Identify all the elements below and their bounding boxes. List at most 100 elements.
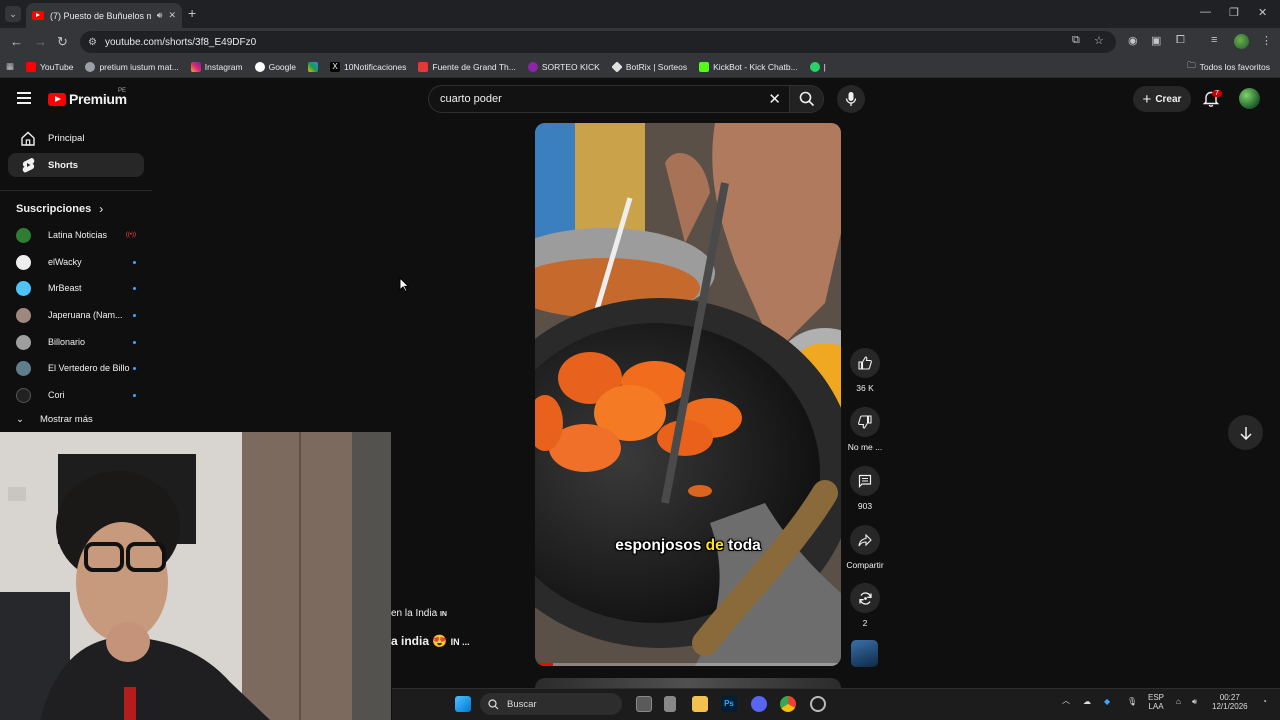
apps-grid-icon[interactable]: ▦: [0, 61, 20, 72]
restore-icon[interactable]: ❐: [1229, 6, 1239, 19]
chrome-icon[interactable]: [780, 696, 796, 712]
channel-avatar: [16, 307, 31, 323]
new-tab-button[interactable]: +: [188, 5, 196, 21]
bookmark-item[interactable]: SORTEO KICK: [522, 61, 606, 72]
bookmark-label: Google: [268, 61, 297, 72]
address-bar[interactable]: ⚙︎ youtube.com/shorts/3f8_E49DFz0: [80, 31, 1116, 53]
hamburger-menu-icon[interactable]: [17, 92, 31, 104]
reload-icon[interactable]: ↻: [57, 34, 68, 50]
bookmark-label: SORTEO KICK: [541, 61, 600, 72]
subscription-item[interactable]: MrBeast: [16, 278, 136, 298]
profile-avatar[interactable]: [1234, 34, 1249, 49]
site-info-icon[interactable]: ⚙︎: [88, 37, 97, 48]
bookmarks-bar: ▦ YouTube pretium iustum mat... Instagra…: [0, 56, 1280, 78]
voice-search-button[interactable]: [837, 85, 865, 113]
subscriptions-heading[interactable]: Suscripciones ›: [16, 202, 103, 216]
windows-start-icon[interactable]: [455, 696, 471, 712]
subscription-item[interactable]: Billonario: [16, 332, 136, 352]
search-button[interactable]: [790, 85, 824, 113]
taskbar-search[interactable]: Buscar: [480, 693, 622, 715]
bookmark-item[interactable]: KickBot - Kick Chatb...: [693, 61, 804, 72]
task-view-icon[interactable]: [636, 696, 652, 712]
create-label: Crear: [1155, 93, 1182, 105]
next-short-button[interactable]: [1228, 415, 1263, 450]
file-explorer-icon[interactable]: [692, 696, 708, 712]
install-app-icon[interactable]: ⧉: [1072, 34, 1080, 47]
comments-button[interactable]: 903: [842, 466, 888, 511]
notification-center-icon[interactable]: ◔: [1262, 697, 1267, 707]
all-bookmarks-button[interactable]: 🗀︎ Todos los favoritos: [1181, 60, 1280, 74]
bookmark-favicon-icon: [26, 61, 37, 72]
dislike-button[interactable]: No me ...: [842, 407, 888, 452]
sidebar-item-principal[interactable]: Principal: [8, 126, 144, 150]
youtube-premium-logo[interactable]: Premium PE: [48, 88, 127, 107]
speaker-icon[interactable]: 🔊︎: [157, 10, 163, 21]
back-icon[interactable]: ←: [10, 34, 23, 49]
app-icon[interactable]: [810, 696, 826, 712]
bookmark-item[interactable]: pretium iustum mat...: [79, 61, 184, 72]
language-indicator[interactable]: ESP LAA: [1148, 693, 1164, 712]
extension-icon[interactable]: ◉: [1128, 34, 1138, 47]
bookmark-item[interactable]: |: [804, 61, 832, 72]
bookmark-item[interactable]: Instagram: [185, 61, 249, 72]
subscription-item[interactable]: Cori: [16, 385, 136, 405]
tray-app-icon[interactable]: ◆: [1104, 697, 1110, 707]
browser-tab-active[interactable]: (7) Puesto de Buñuelos ma 🔊︎ ✕: [26, 3, 182, 28]
subscription-item[interactable]: El Vertedero de Billo: [16, 358, 136, 378]
create-button[interactable]: + Crear: [1133, 86, 1191, 112]
channel-name: MrBeast: [48, 283, 82, 293]
search-value: cuarto poder: [440, 93, 502, 105]
plus-icon: +: [1142, 90, 1152, 108]
close-tab-icon[interactable]: ✕: [168, 10, 176, 21]
clear-search-icon[interactable]: ✕: [768, 90, 781, 108]
close-window-icon[interactable]: ✕: [1258, 6, 1267, 19]
bookmark-item[interactable]: Google: [249, 61, 302, 72]
minimize-icon[interactable]: —: [1200, 6, 1211, 18]
video-progress-bar[interactable]: [535, 663, 841, 666]
country-badge: PE: [118, 88, 127, 94]
bookmark-item[interactable]: BotRix | Sorteos: [606, 60, 693, 73]
discord-icon[interactable]: [751, 696, 767, 712]
sidebar-item-label: Principal: [48, 132, 85, 144]
like-button[interactable]: 36 K: [842, 348, 888, 393]
extensions-puzzle-icon[interactable]: ⧠: [1176, 34, 1185, 47]
account-avatar[interactable]: [1239, 88, 1260, 109]
bookmark-favicon-icon: [85, 61, 96, 72]
microphone-tray-icon[interactable]: 🎙︎: [1127, 697, 1137, 707]
shorts-video-player[interactable]: esponjosos de toda: [535, 123, 841, 666]
remix-button[interactable]: 2: [842, 583, 888, 628]
thumbs-up-icon: [850, 348, 880, 378]
show-more-label: Mostrar más: [39, 414, 93, 425]
search-input[interactable]: cuarto poder ✕: [428, 85, 790, 113]
video-title-line: en la India IN: [391, 608, 447, 619]
tab-search-icon[interactable]: ⌄: [5, 6, 21, 22]
bookmark-star-icon[interactable]: ☆: [1094, 34, 1104, 47]
channel-name: El Vertedero de Billo: [48, 363, 130, 373]
menu-kebab-icon[interactable]: ⋮: [1261, 34, 1272, 47]
network-icon[interactable]: ⌂: [1176, 697, 1181, 707]
mouse-cursor-icon: [399, 277, 409, 292]
sidebar-item-shorts[interactable]: Shorts: [8, 153, 144, 177]
bookmark-item[interactable]: Fuente de Grand Th...: [412, 61, 521, 72]
extension-2-icon[interactable]: ▣: [1151, 34, 1161, 47]
share-button[interactable]: Compartir: [842, 525, 888, 570]
app-icon[interactable]: [664, 696, 676, 712]
forward-icon[interactable]: →: [34, 34, 47, 49]
subscription-item[interactable]: elWacky: [16, 252, 136, 272]
bookmark-item[interactable]: YouTube: [20, 61, 79, 72]
sound-channel-thumbnail[interactable]: [851, 640, 878, 667]
onedrive-icon[interactable]: ☁︎: [1083, 697, 1091, 707]
bookmark-item[interactable]: X 10Notificaciones: [324, 61, 412, 72]
bookmark-item[interactable]: [302, 61, 324, 72]
bookmark-favicon-icon: [190, 61, 201, 72]
show-more-button[interactable]: ⌄ Mostrar más: [16, 414, 93, 425]
new-content-dot: [133, 313, 136, 317]
keyboard-layout: LAA: [1148, 701, 1164, 711]
photoshop-icon[interactable]: Ps: [721, 696, 737, 712]
clock[interactable]: 00:27 12/1/2026: [1212, 693, 1248, 712]
subscription-item[interactable]: Japeruana (Nam...: [16, 305, 136, 325]
subscription-item[interactable]: Latina Noticias ((•)): [16, 225, 136, 245]
tray-chevron-icon[interactable]: ︿: [1062, 696, 1070, 706]
volume-icon[interactable]: 🔊︎: [1192, 697, 1197, 707]
media-controls-icon[interactable]: ≡: [1211, 34, 1217, 46]
